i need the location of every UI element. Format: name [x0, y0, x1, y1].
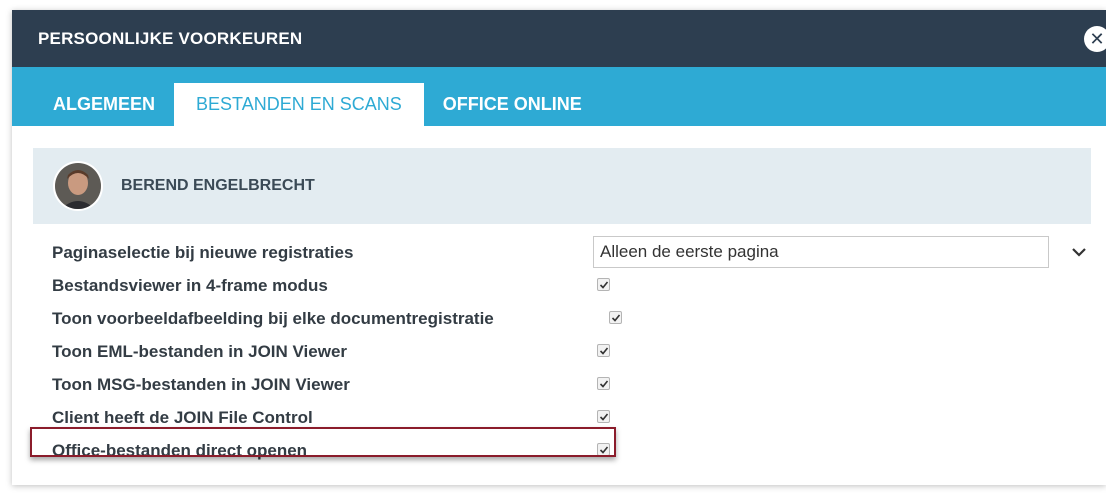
close-icon[interactable]: ✕ — [1084, 25, 1106, 52]
setting-row: Toon voorbeeldafbeelding bij elke docume… — [52, 302, 1102, 335]
user-name: BEREND ENGELBRECHT — [121, 177, 315, 194]
checkbox[interactable] — [597, 344, 610, 357]
tab-algemeen[interactable]: ALGEMEEN — [36, 83, 172, 126]
checkbox[interactable] — [609, 311, 622, 324]
highlight-box — [30, 427, 616, 457]
setting-label: Toon voorbeeldafbeelding bij elke docume… — [52, 308, 494, 328]
dialog-title: PERSOONLIJKE VOORKEUREN — [38, 28, 303, 48]
user-header: BEREND ENGELBRECHT — [33, 148, 1091, 224]
checkmark-icon — [599, 347, 609, 355]
tab-bar: ALGEMEEN BESTANDEN EN SCANS OFFICE ONLIN… — [12, 67, 1106, 126]
preferences-dialog: PERSOONLIJKE VOORKEUREN ✕ ALGEMEEN BESTA… — [12, 10, 1106, 485]
setting-label: Client heeft de JOIN File Control — [52, 407, 313, 427]
dropdown-value: Alleen de eerste pagina — [600, 242, 779, 261]
tab-office-online[interactable]: OFFICE ONLINE — [426, 83, 599, 126]
setting-label: Bestandsviewer in 4-frame modus — [52, 275, 328, 295]
checkbox[interactable] — [597, 410, 610, 423]
page-selection-dropdown[interactable]: Alleen de eerste pagina — [593, 236, 1049, 268]
setting-label: Toon MSG-bestanden in JOIN Viewer — [52, 374, 350, 394]
avatar — [53, 161, 103, 211]
tab-bestanden-en-scans[interactable]: BESTANDEN EN SCANS — [174, 83, 424, 126]
checkmark-icon — [599, 413, 609, 421]
setting-label: Toon EML-bestanden in JOIN Viewer — [52, 341, 348, 361]
user-avatar-icon — [55, 163, 101, 209]
setting-row: Bestandsviewer in 4-frame modus — [52, 269, 1102, 302]
chevron-down-icon[interactable] — [1069, 242, 1089, 262]
setting-row: Toon EML-bestanden in JOIN Viewer — [52, 335, 1102, 368]
setting-row: Toon MSG-bestanden in JOIN Viewer — [52, 368, 1102, 401]
tab-label: BESTANDEN EN SCANS — [196, 94, 402, 114]
setting-label: Paginaselectie bij nieuwe registraties — [52, 242, 354, 262]
checkmark-icon — [599, 281, 609, 289]
setting-row-page-selection: Paginaselectie bij nieuwe registraties A… — [52, 236, 1102, 269]
tab-label: ALGEMEEN — [53, 94, 156, 114]
checkbox[interactable] — [597, 377, 610, 390]
tab-label: OFFICE ONLINE — [442, 94, 582, 114]
dialog-titlebar: PERSOONLIJKE VOORKEUREN ✕ — [12, 10, 1106, 67]
checkbox[interactable] — [597, 278, 610, 291]
checkmark-icon — [611, 314, 621, 322]
checkmark-icon — [599, 380, 609, 388]
